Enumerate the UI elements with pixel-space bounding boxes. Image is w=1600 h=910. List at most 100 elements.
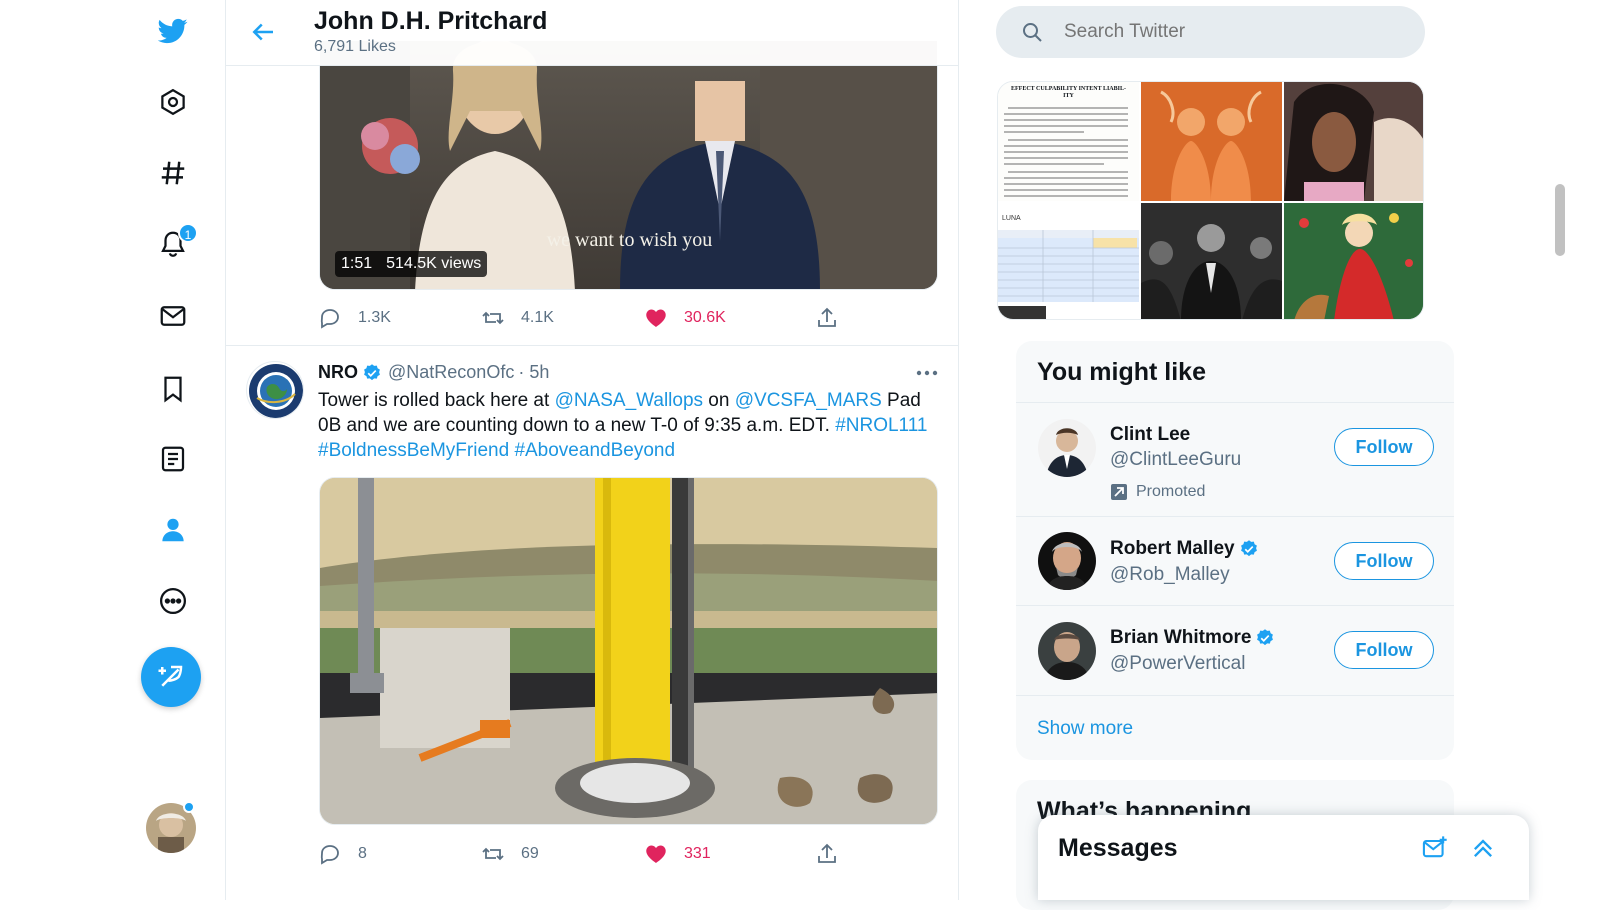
show-more-row[interactable]: Show more [1016, 695, 1454, 760]
share-icon [818, 843, 836, 863]
follow-button[interactable]: Follow [1334, 428, 1434, 466]
hashtag-link[interactable]: #NROL111 [835, 415, 927, 436]
messages-icon[interactable] [148, 291, 198, 341]
twitter-logo-icon[interactable] [148, 6, 198, 56]
retweet-icon [482, 847, 504, 861]
retweet-button[interactable]: 4.1K [481, 306, 554, 330]
media-thumb-document[interactable]: EFFECT CULPABILITY INTENT LIABIL-ITY [998, 82, 1139, 201]
share-icon [818, 307, 836, 327]
media-sheet-label: LUNA [1002, 215, 1021, 222]
promoted-label: Promoted [1110, 483, 1205, 501]
retweet-icon [482, 311, 504, 325]
hashtag-link[interactable]: #BoldnessBeMyFriend [318, 440, 509, 461]
video-views: 514.5K views [386, 255, 482, 272]
verified-badge-icon [1240, 540, 1257, 557]
follow-button[interactable]: Follow [1334, 631, 1434, 669]
you-might-like-title: You might like [1037, 358, 1206, 386]
heart-filled-icon [646, 309, 666, 327]
retweet-count: 69 [521, 845, 539, 862]
timeline-right-border [958, 0, 959, 900]
media-thumb-performers[interactable] [1141, 82, 1282, 201]
expand-chevron-icon[interactable] [1469, 834, 1499, 864]
reply-button[interactable]: 8 [318, 842, 367, 866]
reply-icon [320, 845, 339, 865]
tweet-author-handle[interactable]: @NatReconOfc [388, 362, 514, 383]
tweet-more-icon[interactable] [912, 362, 942, 384]
user-handle[interactable]: @ClintLeeGuru [1110, 449, 1241, 471]
user-avatar[interactable] [1038, 622, 1096, 680]
more-icon[interactable] [148, 576, 198, 626]
video-meta-badge: 1:51 514.5K views [335, 251, 488, 277]
heart-filled-icon [646, 845, 666, 863]
notification-badge: 1 [178, 223, 198, 243]
suggested-user[interactable]: Clint Lee @ClintLeeGuru Promoted Follow [1016, 402, 1454, 516]
messages-drawer[interactable]: Messages [1038, 815, 1529, 900]
back-arrow-icon[interactable] [248, 17, 278, 47]
promoted-icon [1111, 484, 1127, 500]
tweet-text-part: on [703, 390, 735, 411]
user-handle[interactable]: @PowerVertical [1110, 653, 1245, 675]
suggested-user[interactable]: Brian Whitmore @PowerVertical Follow [1016, 605, 1454, 695]
media-thumb-spreadsheet[interactable]: LUNA [998, 203, 1139, 319]
tweet-photo[interactable] [319, 477, 938, 825]
media-thumb-event-photo[interactable] [1141, 203, 1282, 319]
like-button[interactable]: 331 [644, 842, 711, 866]
reply-icon [320, 309, 339, 329]
spreadsheet-grid [998, 230, 1139, 319]
mention-link[interactable]: @NASA_Wallops [555, 390, 703, 411]
share-button[interactable] [815, 306, 855, 330]
user-name[interactable]: Clint Lee [1110, 424, 1190, 446]
show-more-link[interactable]: Show more [1037, 718, 1133, 740]
tweet-header: NRO @NatReconOfc · 5h [318, 362, 549, 383]
promoted-text: Promoted [1136, 483, 1206, 500]
mention-link[interactable]: @VCSFA_MARS [735, 390, 882, 411]
compose-tweet-button[interactable] [141, 647, 201, 707]
rocket-launch-pad-photo [320, 478, 937, 824]
verified-badge-icon [1257, 629, 1274, 646]
media-thumb-portrait[interactable] [1284, 82, 1423, 201]
follow-button[interactable]: Follow [1334, 542, 1434, 580]
like-button[interactable]: 30.6K [644, 306, 726, 330]
user-name[interactable]: Brian Whitmore [1110, 627, 1251, 649]
video-duration: 1:51 [341, 255, 373, 272]
page-scrollbar-track[interactable] [1552, 0, 1568, 900]
tweet-separator [226, 345, 958, 346]
search-icon [1023, 23, 1042, 42]
bookmarks-icon[interactable] [148, 364, 198, 414]
user-avatar[interactable] [1038, 532, 1096, 590]
reply-button[interactable]: 1.3K [318, 306, 391, 330]
user-avatar[interactable] [1038, 419, 1096, 477]
verified-badge-icon [364, 363, 380, 380]
messages-drawer-title: Messages [1058, 834, 1178, 862]
share-button[interactable] [815, 842, 855, 866]
tweet-author-avatar[interactable] [246, 361, 304, 419]
search-input[interactable] [1064, 21, 1384, 43]
page-scrollbar-thumb[interactable] [1555, 184, 1565, 256]
profile-icon[interactable] [148, 505, 198, 555]
notifications-icon[interactable]: 1 [148, 219, 198, 269]
new-message-icon[interactable] [1421, 834, 1451, 864]
tweet-text-part: Tower is rolled back here at [318, 390, 555, 411]
media-doc-title: EFFECT CULPABILITY INTENT LIABIL-ITY [1011, 86, 1126, 99]
tweet-time[interactable]: · 5h [518, 362, 549, 383]
user-name-row: Brian Whitmore [1110, 627, 1275, 649]
suggested-user[interactable]: Robert Malley @Rob_Malley Follow [1016, 516, 1454, 605]
retweet-button[interactable]: 69 [481, 842, 539, 866]
tweet-author-name[interactable]: NRO [318, 362, 358, 383]
hashtag-link[interactable]: #AboveandBeyond [514, 440, 675, 461]
document-text-lines [1004, 107, 1128, 197]
explore-icon[interactable] [148, 148, 198, 198]
tweet-video[interactable]: we want to wish you 1:51 514.5K views [319, 40, 938, 290]
account-status-dot [183, 801, 195, 813]
home-icon[interactable] [148, 77, 198, 127]
lists-icon[interactable] [148, 434, 198, 484]
user-name-row: Robert Malley [1110, 538, 1259, 560]
you-might-like-card: You might like Clint Lee @ClintLeeGuru P… [1016, 341, 1454, 760]
tweet-text: Tower is rolled back here at @NASA_Wallo… [318, 388, 940, 463]
retweet-count: 4.1K [521, 309, 554, 326]
media-thumb-holiday-illustration[interactable] [1284, 203, 1423, 319]
video-caption: we want to wish you [546, 229, 713, 251]
user-handle[interactable]: @Rob_Malley [1110, 564, 1230, 586]
user-name[interactable]: Robert Malley [1110, 538, 1235, 560]
search-box[interactable] [996, 6, 1425, 58]
